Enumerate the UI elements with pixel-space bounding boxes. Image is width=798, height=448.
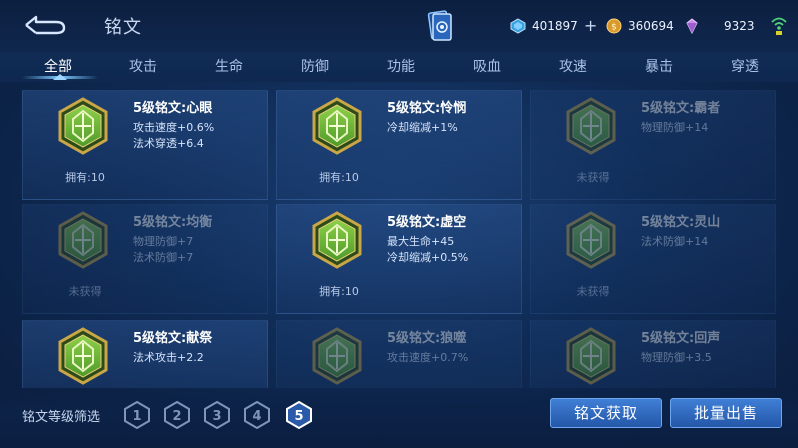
inscription-grid: 5级铭文:心眼 攻击速度+0.6% 法术穿透+6.4 拥有:10 5级铭文:怜悯… bbox=[0, 86, 798, 388]
inscription-card[interactable]: 5级铭文:心眼 攻击速度+0.6% 法术穿透+6.4 拥有:10 bbox=[22, 90, 268, 200]
svg-text:3: 3 bbox=[212, 409, 221, 424]
tab-critical[interactable]: 暴击 bbox=[629, 56, 689, 76]
gold-value: 360694 bbox=[628, 19, 674, 33]
inscription-attr: 法术攻击+2.2 bbox=[133, 351, 204, 364]
inscription-badge-icon bbox=[58, 327, 108, 385]
locked-status: 未获得 bbox=[576, 285, 610, 298]
add-coupon-icon[interactable]: + bbox=[584, 18, 597, 34]
owned-count: 拥有:10 bbox=[319, 285, 359, 298]
top-bar: 铭文 401897 + $ 360694 9323 bbox=[0, 0, 798, 52]
back-arrow-icon[interactable] bbox=[22, 13, 68, 37]
bulk-sell-button[interactable]: 批量出售 bbox=[670, 398, 782, 428]
svg-text:2: 2 bbox=[172, 409, 181, 424]
inscription-attr: 最大生命+45 bbox=[387, 235, 455, 248]
gem-value: 9323 bbox=[724, 19, 755, 33]
locked-status: 未获得 bbox=[68, 285, 102, 298]
inscription-name: 5级铭文:心眼 bbox=[133, 101, 213, 116]
inscription-card[interactable]: 5级铭文:怜悯 冷却缩减+1% 拥有:10 bbox=[276, 90, 522, 200]
tab-attack-speed[interactable]: 攻速 bbox=[543, 56, 603, 76]
owned-count: 拥有:10 bbox=[319, 171, 359, 184]
inscription-screen: 铭文 401897 + $ 360694 9323 全部 攻击 生命 防御 功能… bbox=[0, 0, 798, 448]
inscription-badge-icon bbox=[566, 97, 616, 155]
level-filter-3[interactable]: 3 bbox=[204, 401, 230, 429]
inscription-attr: 冷却缩减+1% bbox=[387, 121, 458, 134]
level-filter-5[interactable]: 5 bbox=[286, 401, 312, 429]
category-tabs: 全部 攻击 生命 防御 功能 吸血 攻速 暴击 穿透 bbox=[0, 52, 798, 82]
locked-status: 未获得 bbox=[576, 171, 610, 184]
svg-text:5: 5 bbox=[294, 409, 303, 424]
tab-indicator-arrow-icon bbox=[53, 74, 67, 80]
inscription-attr: 冷却缩减+0.5% bbox=[387, 251, 469, 264]
tab-utility[interactable]: 功能 bbox=[371, 56, 431, 76]
inscription-card[interactable]: 5级铭文:回声 物理防御+3.5 bbox=[530, 320, 776, 388]
inscription-badge-icon bbox=[312, 327, 362, 385]
inscription-name: 5级铭文:霸者 bbox=[641, 101, 721, 116]
inscription-name: 5级铭文:献祭 bbox=[133, 331, 213, 346]
inscription-attr: 物理防御+7 bbox=[133, 235, 194, 248]
inscription-badge-icon bbox=[566, 327, 616, 385]
inscription-card[interactable]: 5级铭文:虚空 最大生命+45 冷却缩减+0.5% 拥有:10 bbox=[276, 204, 522, 314]
tab-lifesteal[interactable]: 吸血 bbox=[457, 56, 517, 76]
bottom-bar: 铭文等级筛选 1 2 3 4 5 铭文获取 批量出售 bbox=[0, 388, 798, 448]
tab-all[interactable]: 全部 bbox=[28, 56, 88, 76]
level-filter-2[interactable]: 2 bbox=[164, 401, 190, 429]
inscription-card[interactable]: 5级铭文:灵山 法术防御+14 未获得 bbox=[530, 204, 776, 314]
inscription-card[interactable]: 5级铭文:狼噬 攻击速度+0.7% bbox=[276, 320, 522, 388]
gem-balance: 9323 bbox=[684, 15, 755, 37]
inscription-attr: 攻击速度+0.6% bbox=[133, 121, 215, 134]
inscription-badge-icon bbox=[312, 211, 362, 269]
svg-text:$: $ bbox=[611, 23, 617, 33]
inscription-card[interactable]: 5级铭文:献祭 法术攻击+2.2 bbox=[22, 320, 268, 388]
svg-text:1: 1 bbox=[132, 409, 141, 424]
tab-health[interactable]: 生命 bbox=[199, 56, 259, 76]
level-filter-label: 铭文等级筛选 bbox=[22, 410, 101, 425]
inscription-name: 5级铭文:回声 bbox=[641, 331, 721, 346]
inscription-attr: 物理防御+3.5 bbox=[641, 351, 712, 364]
inscription-badge-icon bbox=[312, 97, 362, 155]
inscription-card[interactable]: 5级铭文:均衡 物理防御+7 法术防御+7 未获得 bbox=[22, 204, 268, 314]
wifi-signal-icon bbox=[771, 17, 787, 35]
inscription-attr: 法术穿透+6.4 bbox=[133, 137, 204, 150]
inscription-card[interactable]: 5级铭文:霸者 物理防御+14 未获得 bbox=[530, 90, 776, 200]
level-filter-4[interactable]: 4 bbox=[244, 401, 270, 429]
inscription-name: 5级铭文:狼噬 bbox=[387, 331, 467, 346]
svg-text:4: 4 bbox=[252, 409, 261, 424]
diamond-coupon-icon bbox=[510, 18, 526, 34]
tab-penetration[interactable]: 穿透 bbox=[715, 56, 775, 76]
inscription-badge-icon bbox=[58, 211, 108, 269]
inscription-name: 5级铭文:均衡 bbox=[133, 215, 213, 230]
page-title: 铭文 bbox=[104, 17, 142, 38]
inscription-badge-icon bbox=[566, 211, 616, 269]
inscription-badge-icon bbox=[58, 97, 108, 155]
coupon-balance: 401897 + bbox=[510, 15, 597, 37]
inscription-attr: 法术防御+14 bbox=[641, 235, 709, 248]
owned-count: 拥有:10 bbox=[65, 171, 105, 184]
tab-defense[interactable]: 防御 bbox=[285, 56, 345, 76]
inscription-card-icon[interactable] bbox=[426, 9, 454, 41]
coupon-value: 401897 bbox=[532, 19, 578, 33]
acquire-inscription-button[interactable]: 铭文获取 bbox=[550, 398, 662, 428]
gold-coin-icon: $ bbox=[606, 18, 622, 34]
inscription-attr: 物理防御+14 bbox=[641, 121, 709, 134]
inscription-name: 5级铭文:灵山 bbox=[641, 215, 721, 230]
gold-balance: $ 360694 bbox=[606, 15, 674, 37]
level-filter-1[interactable]: 1 bbox=[124, 401, 150, 429]
tab-attack[interactable]: 攻击 bbox=[113, 56, 173, 76]
gem-icon bbox=[686, 18, 698, 34]
inscription-attr: 法术防御+7 bbox=[133, 251, 194, 264]
inscription-name: 5级铭文:虚空 bbox=[387, 215, 467, 230]
inscription-name: 5级铭文:怜悯 bbox=[387, 101, 467, 116]
inscription-attr: 攻击速度+0.7% bbox=[387, 351, 469, 364]
